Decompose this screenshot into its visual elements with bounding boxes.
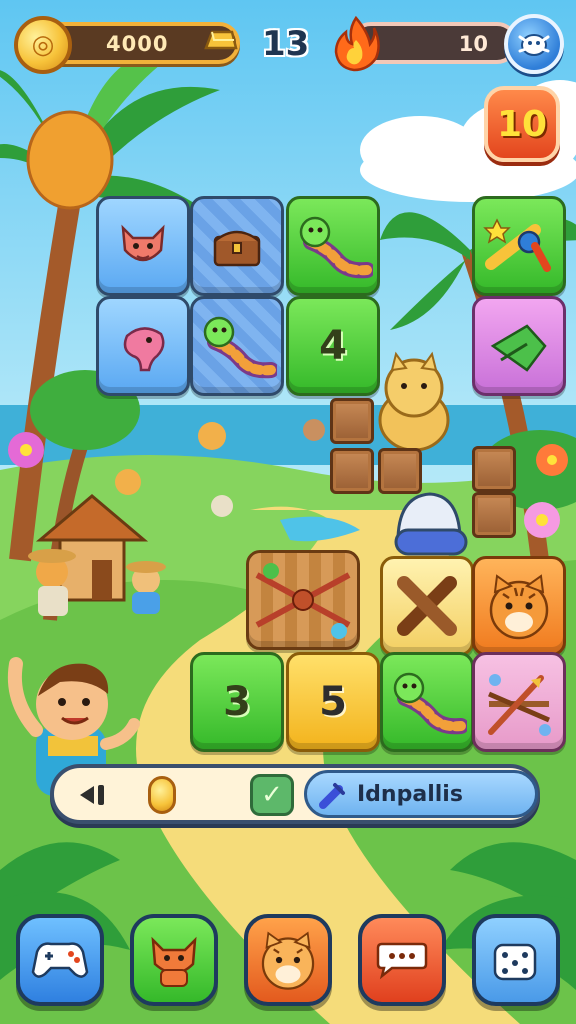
level-number: 13 bbox=[262, 24, 310, 64]
caterpillar-icon bbox=[203, 316, 277, 379]
tile-number-3[interactable]: 3 bbox=[190, 652, 284, 752]
leaf-icon bbox=[490, 324, 547, 372]
crate-block bbox=[378, 448, 422, 494]
tile-number: 4 bbox=[319, 323, 347, 369]
tiger-icon bbox=[489, 574, 549, 640]
tile-arrow[interactable] bbox=[472, 652, 566, 752]
nav-fox-button[interactable] bbox=[130, 914, 218, 1006]
crate-block bbox=[330, 448, 374, 494]
fox-icon bbox=[151, 936, 197, 987]
tile-caterpillar-3[interactable] bbox=[380, 652, 474, 752]
check-icon: ✓ bbox=[261, 780, 283, 810]
menu-button[interactable] bbox=[504, 14, 564, 74]
chest-icon bbox=[213, 230, 261, 267]
top-hud: 4000 ◎ 13 10 bbox=[0, 14, 576, 74]
action-bar: ✓ Idnpallis bbox=[50, 764, 540, 824]
nav-dice-button[interactable] bbox=[472, 914, 560, 1006]
bottom-nav bbox=[0, 908, 576, 1024]
tile-elephant[interactable] bbox=[96, 296, 190, 396]
check-button[interactable]: ✓ bbox=[250, 774, 294, 816]
streak-count: 10 bbox=[458, 32, 488, 56]
search-label: Idnpallis bbox=[357, 782, 463, 807]
caterpillar-icon bbox=[299, 216, 373, 279]
gold-bar-icon bbox=[204, 30, 238, 50]
fire-icon bbox=[334, 15, 380, 72]
tile-bundle[interactable] bbox=[246, 550, 360, 650]
tile-caterpillar[interactable] bbox=[286, 196, 380, 296]
rope-bundle-icon bbox=[255, 563, 351, 639]
tile-number-4[interactable]: 4 bbox=[286, 296, 380, 396]
crate-block bbox=[472, 446, 516, 492]
tile-number: 3 bbox=[223, 679, 251, 725]
tile-sticks[interactable] bbox=[380, 556, 474, 656]
speaker-icon[interactable] bbox=[76, 780, 110, 810]
tile-fox[interactable] bbox=[96, 196, 190, 296]
search-field[interactable]: Idnpallis bbox=[304, 770, 538, 818]
elephant-icon bbox=[123, 327, 165, 372]
tile-chest[interactable] bbox=[190, 196, 284, 296]
crossed-sticks-icon bbox=[397, 576, 457, 636]
crate-block bbox=[330, 398, 374, 444]
wrench-icon bbox=[483, 218, 551, 272]
bug-icon bbox=[518, 34, 550, 56]
nav-gamepad-button[interactable] bbox=[16, 914, 104, 1006]
dice-icon bbox=[493, 943, 537, 981]
timer-badge[interactable]: 10 bbox=[484, 86, 560, 162]
tiger-icon bbox=[261, 931, 315, 990]
tile-tiger[interactable] bbox=[472, 556, 566, 656]
coin-icon[interactable] bbox=[148, 776, 176, 814]
crate-block bbox=[472, 492, 516, 538]
tile-leaf[interactable] bbox=[472, 296, 566, 396]
coin-icon: ◎ bbox=[14, 16, 72, 74]
tile-number: 5 bbox=[319, 679, 347, 725]
tile-caterpillar-2[interactable] bbox=[190, 296, 284, 396]
fox-icon bbox=[121, 224, 165, 262]
nav-tiger-button[interactable] bbox=[244, 914, 332, 1006]
arrow-icon bbox=[488, 674, 551, 736]
tile-tool[interactable] bbox=[472, 196, 566, 296]
chat-icon bbox=[376, 942, 428, 980]
tile-number-5[interactable]: 5 bbox=[286, 652, 380, 752]
coin-count: 4000 bbox=[106, 32, 169, 56]
gamepad-icon bbox=[31, 942, 89, 978]
brush-icon bbox=[319, 783, 345, 809]
caterpillar-icon bbox=[393, 672, 467, 735]
nav-chat-button[interactable] bbox=[358, 914, 446, 1006]
